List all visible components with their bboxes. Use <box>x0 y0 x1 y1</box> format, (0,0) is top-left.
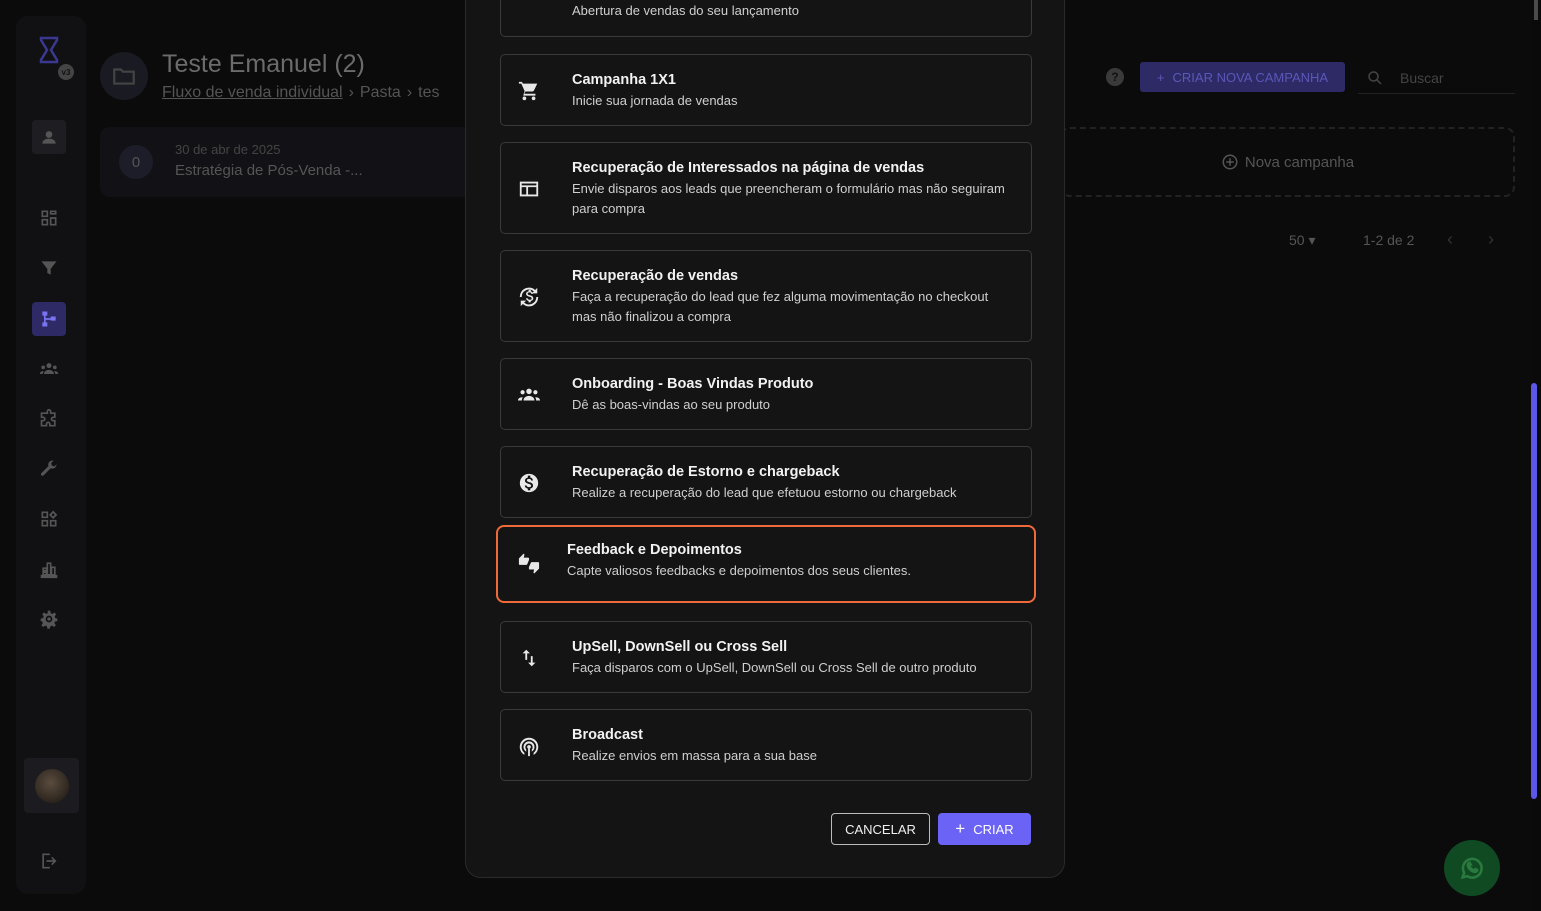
folder-avatar <box>100 52 148 100</box>
create-campaign-modal: Abertura de vendas do seu lançamento Cam… <box>465 0 1065 878</box>
group-icon <box>517 383 541 407</box>
thumbs-up-down-icon <box>517 552 541 576</box>
create-new-campaign-label: CRIAR NOVA CAMPANHA <box>1172 69 1329 85</box>
cancel-button[interactable]: CANCELAR <box>831 813 930 845</box>
user-icon[interactable] <box>32 120 66 154</box>
option-description: Envie disparos aos leads que preencheram… <box>572 181 1005 216</box>
breadcrumb: Fluxo de venda individual › Pasta › tes <box>162 84 439 102</box>
option-description: Faça a recuperação do lead que fez algum… <box>572 289 989 324</box>
search-placeholder: Buscar <box>1400 69 1444 86</box>
pagination-range: 1-2 de 2 <box>1363 232 1415 248</box>
plus-icon: + <box>955 819 966 838</box>
option-description: Faça disparos com o UpSell, DownSell ou … <box>572 660 977 675</box>
create-button-label: CRIAR <box>973 821 1014 837</box>
option-title: Broadcast <box>572 727 643 743</box>
option-feedback-depoimentos[interactable]: Feedback e Depoimentos Capte valiosos fe… <box>496 525 1036 603</box>
sidebar: v3 <box>16 16 86 894</box>
option-title: Feedback e Depoimentos <box>567 542 742 558</box>
filter-icon[interactable] <box>32 251 66 285</box>
campaign-name: Estratégia de Pós-Venda -... <box>175 162 363 179</box>
option-campanha-1x1[interactable]: Campanha 1X1 Inicie sua jornada de venda… <box>500 54 1032 126</box>
groups-icon[interactable] <box>32 352 66 386</box>
option-recuperacao-vendas[interactable]: Recuperação de vendas Faça a recuperação… <box>500 250 1032 342</box>
option-title: Recuperação de Interessados na página de… <box>572 160 925 176</box>
plus-icon: + <box>1156 69 1165 85</box>
version-badge: v3 <box>58 64 74 80</box>
create-new-campaign-button[interactable]: + CRIAR NOVA CAMPANHA <box>1140 62 1345 92</box>
currency-exchange-icon <box>517 285 541 309</box>
rows-per-page-select[interactable]: 50 ▾ <box>1289 232 1316 249</box>
breadcrumb-item-current: tes <box>418 84 440 101</box>
option-launch[interactable]: Abertura de vendas do seu lançamento <box>500 0 1032 37</box>
option-recuperacao-interessados[interactable]: Recuperação de Interessados na página de… <box>500 142 1032 234</box>
option-recuperacao-estorno[interactable]: Recuperação de Estorno e chargeback Real… <box>500 446 1032 518</box>
option-broadcast[interactable]: Broadcast Realize envios em massa para a… <box>500 709 1032 781</box>
webpage-icon <box>517 177 541 201</box>
breadcrumb-separator: › <box>406 84 413 101</box>
option-title: Campanha 1X1 <box>572 72 676 88</box>
option-description: Abertura de vendas do seu lançamento <box>572 3 799 18</box>
create-button[interactable]: + CRIAR <box>938 813 1031 845</box>
new-campaign-label: Nova campanha <box>1244 153 1355 171</box>
add-circle-icon <box>1222 154 1238 170</box>
option-title: Onboarding - Boas Vindas Produto <box>572 376 814 392</box>
bar-chart-icon[interactable] <box>32 552 66 586</box>
caret-down-icon: ▾ <box>1308 232 1316 248</box>
option-description: Capte valiosos feedbacks e depoimentos d… <box>567 563 911 578</box>
flow-icon[interactable] <box>32 302 66 336</box>
option-upsell[interactable]: UpSell, DownSell ou Cross Sell Faça disp… <box>500 621 1032 693</box>
whatsapp-button[interactable] <box>1444 840 1500 896</box>
option-title: Recuperação de Estorno e chargeback <box>572 464 840 480</box>
search-icon <box>1368 70 1382 85</box>
podcast-icon <box>517 734 541 758</box>
widgets-icon[interactable] <box>32 502 66 536</box>
launch-icon <box>517 0 541 2</box>
dashboard-icon[interactable] <box>32 201 66 235</box>
logout-icon[interactable] <box>32 844 66 878</box>
breadcrumb-separator: › <box>348 84 354 101</box>
scrollbar-top-thumb <box>1534 0 1538 20</box>
avatar[interactable] <box>24 758 79 813</box>
option-description: Dê as boas-vindas ao seu produto <box>572 397 771 412</box>
folder-icon <box>113 68 135 85</box>
hourglass-logo-icon <box>39 36 59 64</box>
option-title: UpSell, DownSell ou Cross Sell <box>572 639 788 655</box>
dollar-circle-icon <box>517 471 541 495</box>
option-title: Recuperação de vendas <box>572 268 739 284</box>
breadcrumb-link-flow[interactable]: Fluxo de venda individual <box>162 84 343 101</box>
wrench-icon[interactable] <box>32 452 66 486</box>
avatar-image <box>34 768 69 803</box>
new-campaign-slot[interactable]: Nova campanha <box>1060 127 1515 197</box>
whatsapp-icon <box>1460 857 1483 880</box>
logo[interactable]: v3 <box>32 34 74 80</box>
swap-vertical-icon <box>517 646 541 670</box>
option-description: Inicie sua jornada de vendas <box>572 93 738 108</box>
extension-icon[interactable] <box>32 402 66 436</box>
page-title: Teste Emanuel (2) <box>162 50 365 78</box>
campaign-card[interactable]: 0 30 de abr de 2025 Estratégia de Pós-Ve… <box>100 127 480 197</box>
cart-icon <box>517 79 541 103</box>
settings-gear-icon[interactable] <box>32 602 66 636</box>
help-icon[interactable]: ? <box>1106 68 1124 86</box>
next-page-icon[interactable]: › <box>1488 229 1494 250</box>
rows-per-page-value: 50 <box>1289 232 1305 248</box>
scrollbar-thumb[interactable] <box>1531 383 1537 799</box>
prev-page-icon[interactable]: ‹ <box>1447 229 1453 250</box>
search-input[interactable]: Buscar <box>1358 62 1515 94</box>
campaign-date: 30 de abr de 2025 <box>175 142 281 157</box>
breadcrumb-item-folder[interactable]: Pasta <box>360 84 401 101</box>
option-description: Realize a recuperação do lead que efetuo… <box>572 485 957 500</box>
campaign-index-badge: 0 <box>119 145 153 179</box>
option-onboarding[interactable]: Onboarding - Boas Vindas Produto Dê as b… <box>500 358 1032 430</box>
app-root: v3 Teste Emanuel (2) Fluxo de venda indi… <box>0 0 1541 911</box>
option-description: Realize envios em massa para a sua base <box>572 748 817 763</box>
